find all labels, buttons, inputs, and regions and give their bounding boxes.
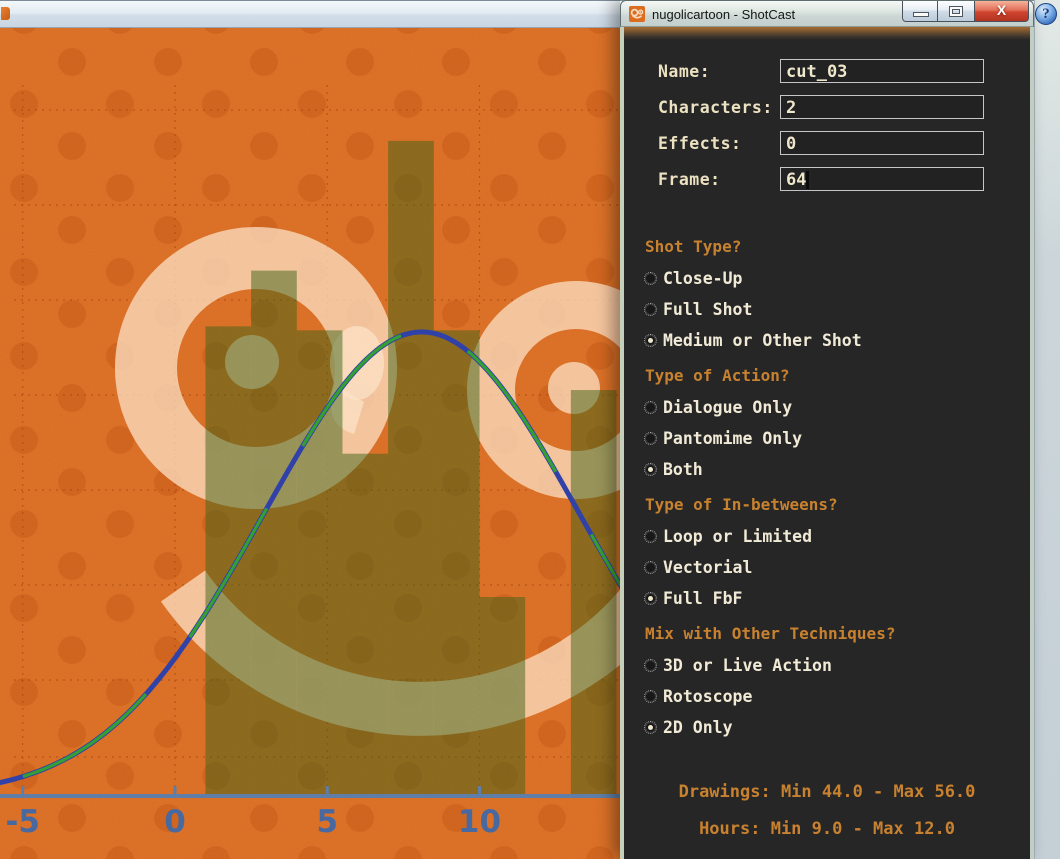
shotcast-dialog: nugolicartoon - ShotCast X Name: cut_03 Ch… — [620, 0, 1034, 859]
radio-label: Rotoscope — [663, 687, 753, 706]
section-mix-with-other-techniques: Mix with Other Techniques? 3D or Live Act… — [624, 626, 1030, 743]
field-label-frame: Frame: — [658, 169, 721, 189]
screenshot-root: -5 0 5 10 ? nugolicartoon - ShotCast X N… — [0, 0, 1060, 859]
dialog-body: Name: cut_03 Characters: 2 Effects: 0 Frame: 64… — [620, 27, 1034, 859]
section-type-of-in-betweens: Type of In-betweens? Loop or Limited Vecto… — [624, 497, 1030, 614]
radio-option-full-shot[interactable]: Full Shot — [644, 294, 1030, 325]
field-label-effects: Effects: — [658, 133, 742, 153]
section-title: Type of In-betweens? — [645, 495, 838, 514]
radio-option-3d-or-live-action[interactable]: 3D or Live Action — [644, 650, 1030, 681]
section-shot-type: Shot Type? Close-Up Full Shot Medium or Oth… — [624, 239, 1030, 356]
field-label-characters: Characters: — [658, 97, 773, 117]
radio-label: Dialogue Only — [663, 398, 793, 417]
section-title: Shot Type? — [645, 237, 742, 256]
shotcast-logo-icon — [629, 6, 645, 22]
maximize-icon — [950, 7, 962, 16]
field-row: Name: cut_03 — [658, 59, 1030, 83]
radio-option-close-up[interactable]: Close-Up — [644, 263, 1030, 294]
field-value: cut_03 — [786, 61, 848, 82]
radio-button[interactable] — [644, 334, 657, 347]
radio-button[interactable] — [644, 592, 657, 605]
radio-label: 3D or Live Action — [663, 656, 832, 675]
dialog-sections: Shot Type? Close-Up Full Shot Medium or Oth… — [624, 239, 1030, 743]
radio-label: Loop or Limited — [663, 527, 813, 546]
radio-button[interactable] — [644, 432, 657, 445]
radio-option-loop-or-limited[interactable]: Loop or Limited — [644, 521, 1030, 552]
radio-label: Close-Up — [663, 269, 743, 288]
field-input-name[interactable]: cut_03 — [780, 59, 984, 83]
field-input-frame[interactable]: 64 — [780, 167, 984, 191]
help-button[interactable]: ? — [1035, 3, 1057, 25]
minimize-icon — [914, 13, 928, 16]
radio-option-rotoscope[interactable]: Rotoscope — [644, 681, 1030, 712]
field-row: Frame: 64 — [658, 167, 1030, 191]
footer-line: Drawings: Min 44.0 - Max 56.0 — [678, 782, 976, 802]
radio-option-full-fbf[interactable]: Full FbF — [644, 583, 1030, 614]
radio-button[interactable] — [644, 303, 657, 316]
radio-option-dialogue-only[interactable]: Dialogue Only — [644, 392, 1030, 423]
radio-label: Vectorial — [663, 558, 753, 577]
radio-option-vectorial[interactable]: Vectorial — [644, 552, 1030, 583]
radio-label: Full FbF — [663, 589, 743, 608]
radio-button[interactable] — [644, 463, 657, 476]
section-title: Type of Action? — [645, 366, 790, 385]
radio-option-2d-only[interactable]: 2D Only — [644, 712, 1030, 743]
window-buttons: X — [902, 1, 1029, 22]
field-value: 2 — [786, 97, 797, 118]
radio-label: Full Shot — [663, 300, 753, 319]
radio-label: 2D Only — [663, 718, 733, 737]
radio-label: Both — [663, 460, 703, 479]
radio-label: Pantomime Only — [663, 429, 803, 448]
radio-button[interactable] — [644, 561, 657, 574]
background-window-right-edge — [1034, 0, 1060, 859]
maximize-button[interactable] — [938, 1, 974, 22]
dialog-fields: Name: cut_03 Characters: 2 Effects: 0 Frame: 64 — [624, 59, 1030, 191]
field-row: Effects: 0 — [658, 131, 1030, 155]
dialog-titlebar[interactable]: nugolicartoon - ShotCast X — [620, 0, 1034, 27]
radio-button[interactable] — [644, 659, 657, 672]
text-caret — [806, 170, 810, 189]
radio-button[interactable] — [644, 401, 657, 414]
section-type-of-action: Type of Action? Dialogue Only Pantomime On… — [624, 368, 1030, 485]
field-input-effects[interactable]: 0 — [780, 131, 984, 155]
field-label-name: Name: — [658, 61, 711, 81]
dialog-title: nugolicartoon - ShotCast — [652, 7, 796, 22]
radio-button[interactable] — [644, 690, 657, 703]
dialog-footer: Drawings: Min 44.0 - Max 56.0 Hours: Min … — [624, 783, 1030, 857]
field-row: Characters: 2 — [658, 95, 1030, 119]
field-input-characters[interactable]: 2 — [780, 95, 984, 119]
close-button[interactable]: X — [974, 1, 1029, 22]
radio-option-both[interactable]: Both — [644, 454, 1030, 485]
background-window-icon — [1, 7, 10, 20]
glass-edge-band — [624, 27, 1030, 40]
field-value: 64 — [786, 169, 807, 190]
radio-label: Medium or Other Shot — [663, 331, 862, 350]
footer-line: Hours: Min 9.0 - Max 12.0 — [699, 819, 955, 839]
radio-button[interactable] — [644, 272, 657, 285]
radio-option-pantomime-only[interactable]: Pantomime Only — [644, 423, 1030, 454]
radio-option-medium-or-other-shot[interactable]: Medium or Other Shot — [644, 325, 1030, 356]
field-value: 0 — [786, 133, 797, 154]
radio-button[interactable] — [644, 721, 657, 734]
radio-button[interactable] — [644, 530, 657, 543]
minimize-button[interactable] — [902, 1, 938, 22]
section-title: Mix with Other Techniques? — [645, 624, 896, 643]
